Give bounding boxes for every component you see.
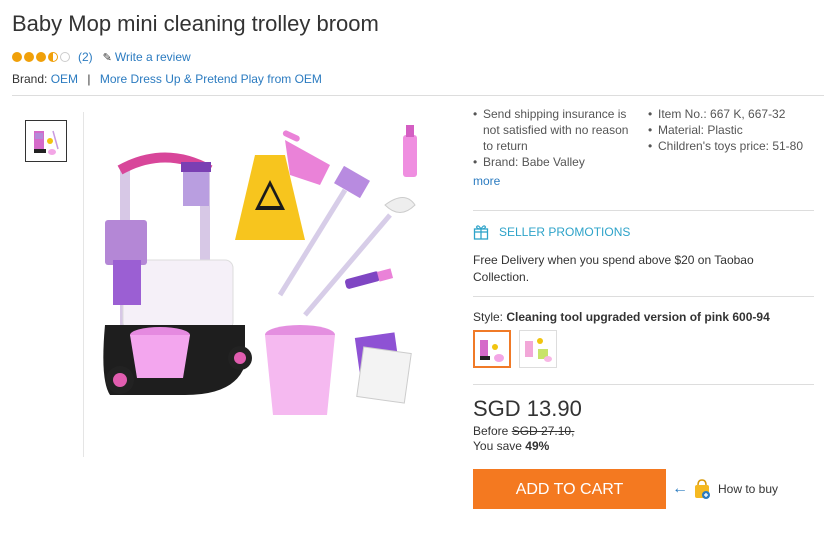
more-specs-link[interactable]: more <box>473 174 500 188</box>
style-selected-value: Cleaning tool upgraded version of pink 6… <box>506 310 770 324</box>
gift-icon <box>473 225 489 240</box>
product-thumbnail[interactable] <box>25 120 67 162</box>
pencil-icon: ✎ <box>102 51 112 64</box>
brand-separator: | <box>87 72 91 86</box>
spec-item: Send shipping insurance is not satisfied… <box>473 106 638 154</box>
how-to-buy-label: How to buy <box>718 482 779 496</box>
more-from-brand-link[interactable]: More Dress Up & Pretend Play from OEM <box>100 72 322 86</box>
how-to-buy-link[interactable]: ← How to buy <box>672 478 778 500</box>
before-label: Before <box>473 424 509 438</box>
original-price-row: Before SGD 27.10, <box>473 424 574 438</box>
gallery-divider <box>83 112 84 457</box>
shopping-bag-icon <box>695 479 710 499</box>
style-swatch-selected[interactable] <box>473 330 511 368</box>
add-to-cart-button[interactable]: ADD TO CART <box>473 469 666 509</box>
save-percent: 49% <box>525 439 550 453</box>
section-divider <box>473 296 814 297</box>
style-swatch[interactable] <box>519 330 557 368</box>
arrow-left-icon: ← <box>672 480 688 497</box>
star-icon <box>48 52 58 62</box>
spec-item: Children's toys price: 51-80 <box>648 138 818 154</box>
product-title: Baby Mop mini cleaning trolley broom <box>12 11 379 36</box>
promotion-text: Free Delivery when you spend above $20 o… <box>473 253 754 284</box>
promotions-title: SELLER PROMOTIONS <box>499 225 631 239</box>
header-divider <box>12 95 824 96</box>
specs-left: Send shipping insurance is not satisfied… <box>473 106 638 170</box>
current-price: SGD 13.90 <box>473 396 582 421</box>
style-row: Style: Cleaning tool upgraded version of… <box>473 310 770 324</box>
section-divider <box>473 210 814 211</box>
spec-item: Item No.: 667 K, 667-32 <box>648 106 818 122</box>
seller-promotions-heading: SELLER PROMOTIONS <box>473 224 630 240</box>
rating-row: (2) ✎ Write a review <box>12 50 191 64</box>
brand-row: Brand: OEM | More Dress Up & Pretend Pla… <box>12 72 322 86</box>
section-divider <box>473 384 814 385</box>
write-review-link[interactable]: Write a review <box>115 50 191 64</box>
spec-item: Material: Plastic <box>648 122 818 138</box>
spec-item: Brand: Babe Valley <box>473 154 638 170</box>
savings-row: You save 49% <box>473 439 549 453</box>
star-icon <box>36 52 46 62</box>
product-main-image <box>103 125 417 415</box>
star-icon <box>60 52 70 62</box>
brand-label: Brand: <box>12 72 48 86</box>
star-icon <box>12 52 22 62</box>
save-label: You save <box>473 439 522 453</box>
brand-link[interactable]: OEM <box>51 72 78 86</box>
original-price: SGD 27.10, <box>511 424 575 438</box>
specs-right: Item No.: 667 K, 667-32 Material: Plasti… <box>648 106 818 154</box>
star-icon <box>24 52 34 62</box>
review-count-link[interactable]: (2) <box>78 50 93 64</box>
style-label: Style: <box>473 310 504 324</box>
